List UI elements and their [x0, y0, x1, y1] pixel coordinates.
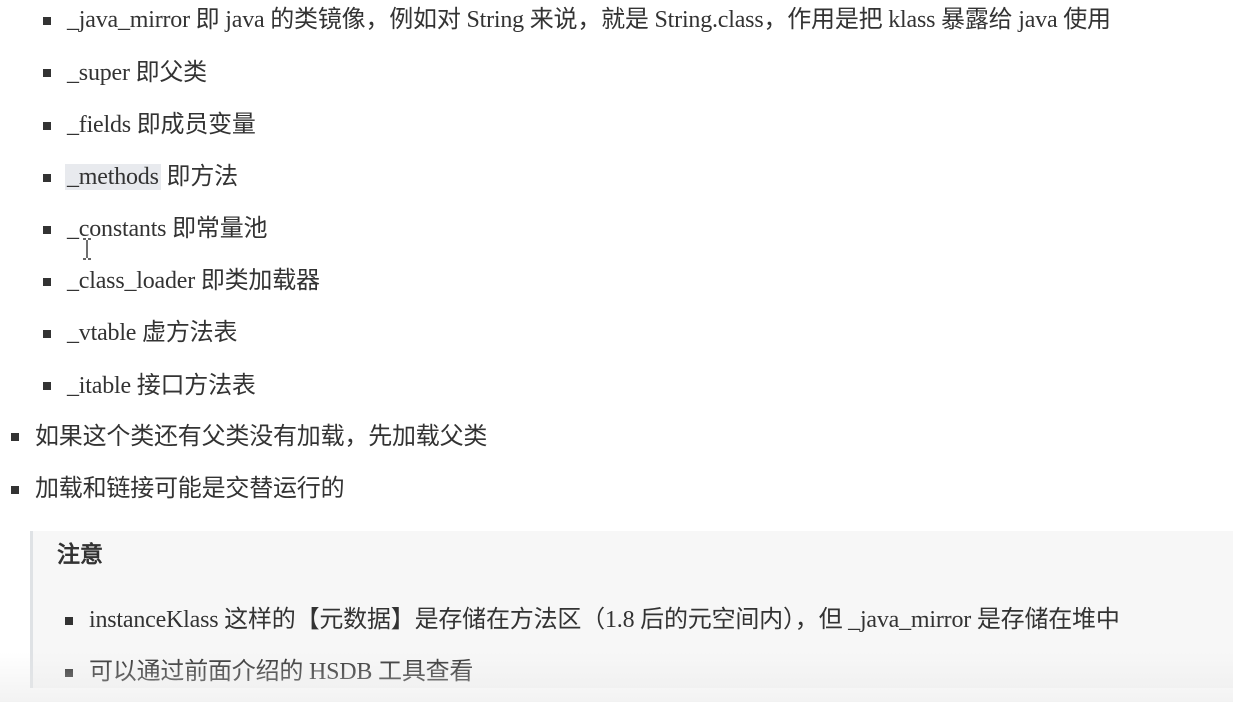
square-bullet-icon	[11, 486, 19, 494]
square-bullet-icon	[11, 433, 19, 441]
text-cursor-icon	[83, 238, 91, 260]
square-bullet-icon	[43, 226, 51, 234]
selected-text-highlight[interactable]: _methods	[65, 164, 161, 190]
methods-description: 即方法	[160, 164, 239, 190]
note-title: 注意	[57, 542, 103, 568]
square-bullet-icon	[43, 17, 51, 25]
list-item-itable: _itable 接口方法表	[67, 373, 256, 399]
square-bullet-icon	[43, 382, 51, 390]
list-item-load-parent: 如果这个类还有父类没有加载，先加载父类	[35, 424, 488, 450]
list-item-load-link: 加载和链接可能是交替运行的	[35, 476, 345, 502]
square-bullet-icon	[65, 617, 73, 625]
list-item-super: _super 即父类	[67, 60, 207, 86]
list-item-constants: _constants 即常量池	[67, 216, 268, 242]
list-item-fields: _fields 即成员变量	[67, 112, 256, 138]
square-bullet-icon	[43, 69, 51, 77]
square-bullet-icon	[43, 278, 51, 286]
square-bullet-icon	[43, 174, 51, 182]
square-bullet-icon	[43, 330, 51, 338]
list-item-methods: _methods 即方法	[65, 162, 239, 192]
list-item-class-loader: _class_loader 即类加载器	[67, 268, 320, 294]
square-bullet-icon	[43, 122, 51, 130]
list-item-java-mirror: _java_mirror 即 java 的类镜像，例如对 String 来说，就…	[67, 7, 1111, 33]
square-bullet-icon	[65, 669, 73, 677]
note-item-metadata: instanceKlass 这样的【元数据】是存储在方法区（1.8 后的元空间内…	[89, 607, 1120, 633]
note-item-hsdb: 可以通过前面介绍的 HSDB 工具查看	[89, 659, 474, 685]
list-item-vtable: _vtable 虚方法表	[67, 320, 238, 346]
